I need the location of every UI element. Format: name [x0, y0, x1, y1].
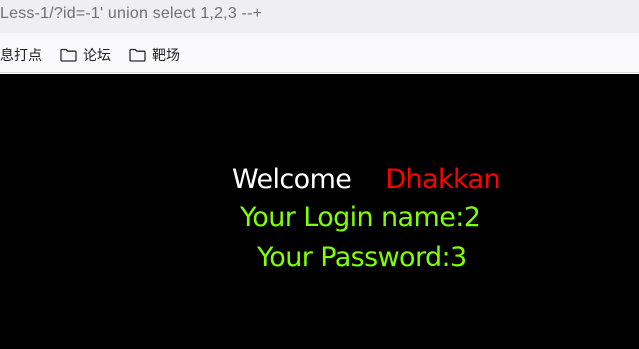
welcome-line: Welcome Dhakkan — [232, 164, 501, 195]
welcome-text: Welcome — [232, 164, 352, 195]
browser-chrome: Less-1/?id=-1' union select 1,2,3 --+ 息打… — [0, 0, 639, 73]
bookmark-label: 论坛 — [83, 47, 111, 63]
bookmark-item-0[interactable]: 息打点 — [0, 46, 42, 64]
address-url[interactable]: Less-1/?id=-1' union select 1,2,3 --+ — [0, 5, 262, 23]
address-bar[interactable]: Less-1/?id=-1' union select 1,2,3 --+ — [0, 0, 639, 33]
login-name-text: Your Login name:2 — [240, 202, 481, 233]
bookmarks-bar: 息打点 论坛 靶场 — [0, 34, 639, 72]
bookmark-label: 靶场 — [152, 47, 180, 63]
folder-icon — [129, 48, 146, 62]
bookmark-label: 息打点 — [0, 47, 42, 63]
username-text: Dhakkan — [385, 164, 501, 195]
page-content: Welcome Dhakkan Your Login name:2 Your Pa… — [0, 74, 639, 349]
folder-icon — [60, 48, 77, 62]
bookmark-item-range[interactable]: 靶场 — [129, 46, 180, 64]
password-text: Your Password:3 — [257, 242, 467, 273]
bookmark-item-forum[interactable]: 论坛 — [60, 46, 111, 64]
